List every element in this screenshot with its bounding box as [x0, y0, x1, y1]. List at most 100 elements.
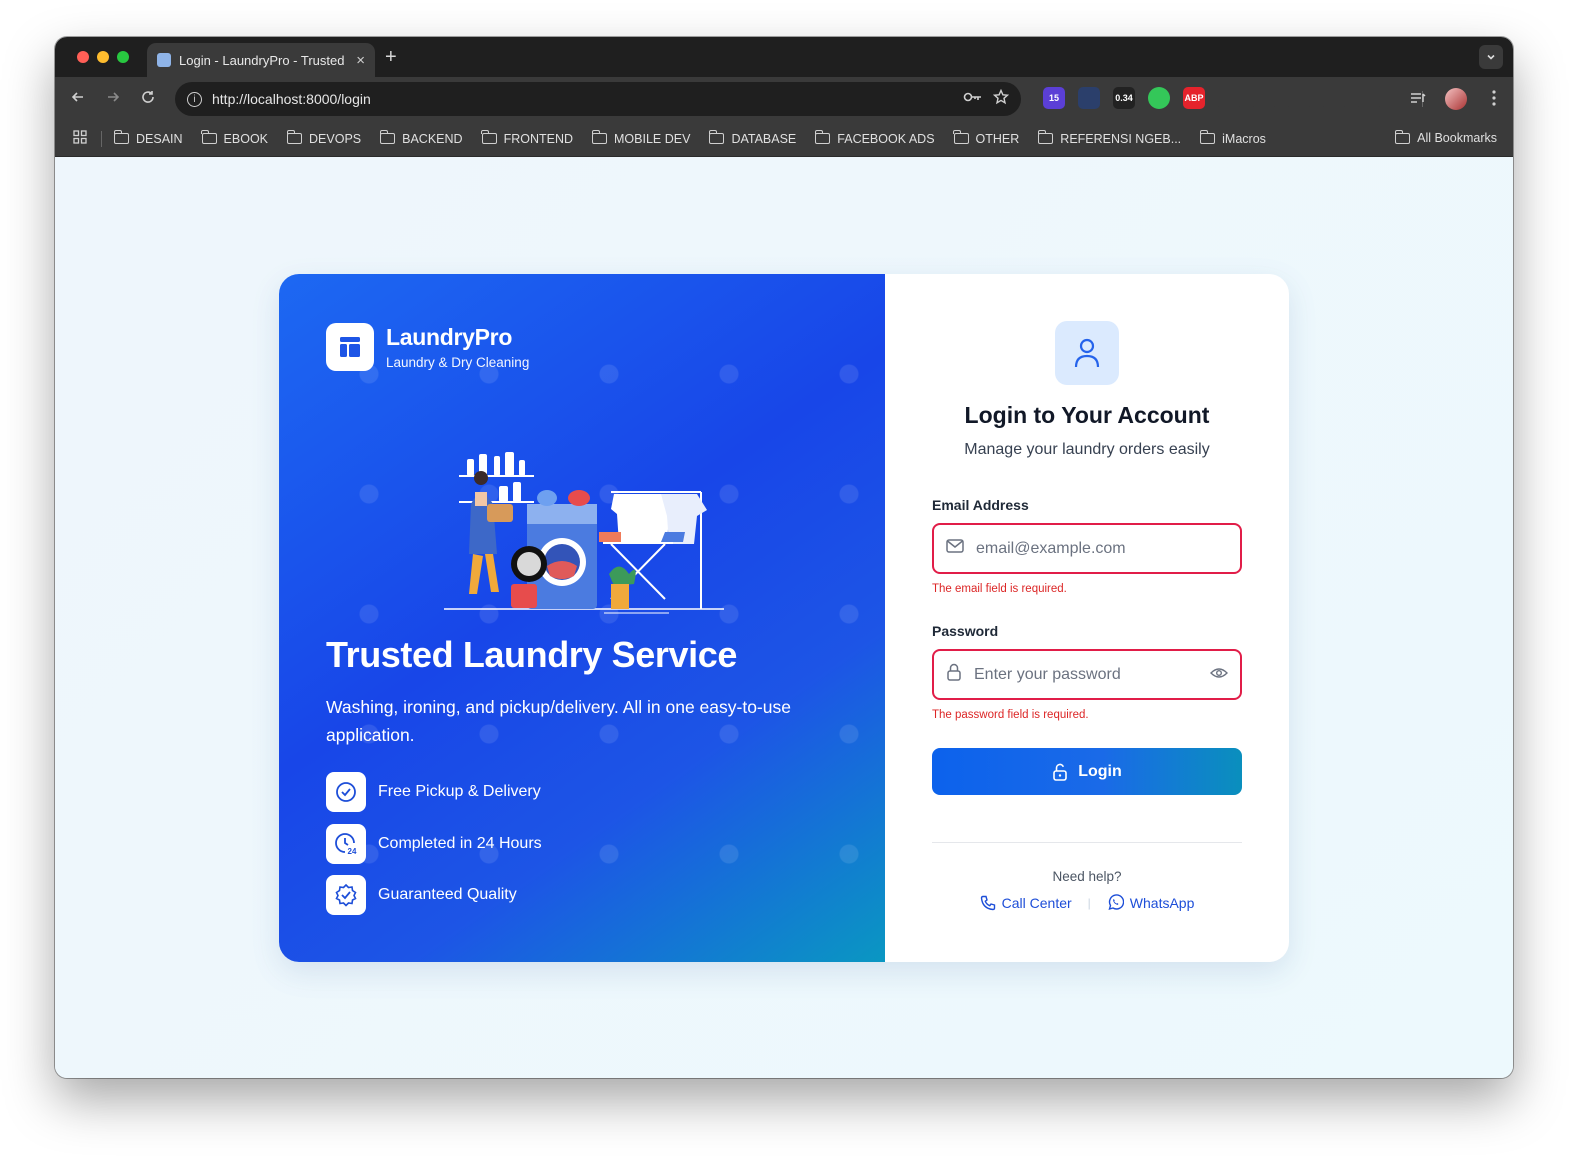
tab-search-button[interactable] — [1479, 45, 1503, 69]
menu-kebab-icon[interactable] — [1491, 89, 1497, 112]
password-key-icon[interactable] — [963, 90, 983, 108]
login-card: LaundryPro Laundry & Dry Cleaning Truste… — [279, 274, 1289, 962]
bookmark-label: OTHER — [975, 131, 1020, 146]
lock-icon — [946, 663, 962, 686]
ext-green-dot-icon[interactable] — [1148, 87, 1170, 109]
bookmark-folder[interactable]: MOBILE DEV — [591, 130, 691, 146]
feature-item: Free Pickup & Delivery — [326, 772, 542, 812]
logo-icon — [326, 323, 374, 371]
ext-doc-icon[interactable] — [1288, 87, 1310, 109]
bookmark-star-icon[interactable] — [992, 88, 1010, 109]
folder-icon — [953, 130, 969, 144]
feature-item: 24 Completed in 24 Hours — [326, 823, 542, 864]
reading-list-icon[interactable] — [1409, 89, 1427, 112]
badge-check-icon — [326, 875, 366, 915]
close-window-button[interactable] — [77, 51, 89, 63]
bookmark-folder[interactable]: BACKEND — [379, 130, 463, 146]
whatsapp-link[interactable]: WhatsApp — [1107, 894, 1194, 911]
phone-icon — [980, 895, 995, 910]
extensions-bar: 15 0.34 ABP — [1043, 87, 1380, 109]
bookmark-folder[interactable]: DEVOPS — [286, 130, 362, 146]
ext-puzzle-icon[interactable] — [1358, 87, 1380, 109]
window-controls — [77, 51, 129, 63]
ext-counter-icon[interactable]: 0.34 — [1113, 87, 1135, 109]
password-label: Password — [932, 623, 999, 639]
site-info-icon[interactable]: i — [187, 91, 202, 107]
feature-label: Completed in 24 Hours — [378, 834, 542, 852]
active-tab[interactable]: Login - LaundryPro - Trusted × — [147, 43, 375, 77]
reload-icon — [142, 90, 154, 103]
apps-grid-icon[interactable] — [73, 130, 87, 147]
profile-avatar[interactable] — [1445, 88, 1467, 110]
login-label: Login — [1078, 762, 1122, 780]
svg-text:24: 24 — [348, 847, 357, 856]
bookmark-folder[interactable]: DESAIN — [113, 130, 183, 146]
login-page: LaundryPro Laundry & Dry Cleaning Truste… — [55, 157, 1513, 1078]
contact-separator: | — [1087, 895, 1091, 910]
form-divider — [932, 842, 1242, 843]
bookmark-folder[interactable]: EBOOK — [201, 130, 269, 146]
ext-expand-icon[interactable] — [1253, 87, 1275, 109]
email-error: The email field is required. — [932, 583, 1067, 595]
call-center-link[interactable]: Call Center — [980, 895, 1072, 911]
bookmark-label: EBOOK — [223, 131, 269, 146]
minimize-window-button[interactable] — [97, 51, 109, 63]
bookmark-label: FRONTEND — [503, 131, 574, 146]
eye-toggle-icon[interactable] — [1210, 666, 1228, 684]
bookmark-label: BACKEND — [402, 131, 463, 146]
ext-abp-icon[interactable]: ABP — [1183, 87, 1205, 109]
login-button[interactable]: Login — [932, 748, 1242, 795]
email-input[interactable] — [976, 539, 1228, 558]
maximize-window-button[interactable] — [117, 51, 129, 63]
bookmark-folder[interactable]: FRONTEND — [481, 130, 574, 146]
bookmark-folder[interactable]: OTHER — [953, 130, 1020, 146]
all-bookmarks-button[interactable]: All Bookmarks — [1394, 129, 1497, 145]
ext-lips-icon[interactable] — [1218, 87, 1240, 109]
feature-list: Free Pickup & Delivery 24 Completed in 2… — [326, 772, 542, 927]
back-button[interactable] — [63, 89, 93, 110]
password-input[interactable] — [974, 665, 1198, 684]
form-subtitle: Manage your laundry orders easily — [964, 441, 1210, 458]
ext-badge-15-icon[interactable]: 15 — [1043, 87, 1065, 109]
laundry-illustration — [444, 452, 724, 614]
email-field[interactable] — [932, 523, 1242, 574]
password-error: The password field is required. — [932, 709, 1089, 721]
bookmark-folder[interactable]: FACEBOOK ADS — [814, 130, 935, 146]
clock-24-icon: 24 — [326, 823, 366, 864]
feature-item: Guaranteed Quality — [326, 875, 542, 915]
folder-icon — [591, 130, 608, 144]
bookmark-label: MOBILE DEV — [614, 131, 691, 146]
brand-tagline: Laundry & Dry Cleaning — [386, 355, 530, 370]
feature-label: Guaranteed Quality — [378, 886, 517, 903]
call-center-label: Call Center — [1001, 894, 1072, 911]
email-label: Email Address — [932, 497, 1029, 513]
whatsapp-icon — [1108, 894, 1124, 911]
bookmarks-divider — [101, 130, 102, 147]
ext-chrome-ring-icon[interactable] — [1323, 87, 1345, 109]
url-text[interactable]: http://localhost:8000/login — [212, 91, 953, 107]
bookmark-folder[interactable]: REFERENSI NGEB... — [1037, 130, 1181, 146]
password-field[interactable] — [932, 649, 1242, 700]
folder-icon — [814, 130, 831, 144]
address-bar[interactable]: i http://localhost:8000/login — [175, 82, 1021, 116]
folder-icon — [286, 130, 303, 144]
reload-button[interactable] — [133, 89, 163, 110]
forward-button[interactable] — [98, 89, 128, 110]
folder-icon — [1394, 129, 1411, 144]
bookmark-folder[interactable]: iMacros — [1199, 130, 1266, 146]
bookmark-label: DEVOPS — [309, 131, 362, 146]
bookmark-folders: DESAIN EBOOK DEVOPS BACKEND FRONTEND MOBILE D… — [113, 130, 1285, 146]
arrow-right-icon — [108, 91, 120, 102]
ext-eye-icon[interactable] — [1078, 87, 1100, 109]
folder-icon — [708, 130, 725, 144]
hero-panel: LaundryPro Laundry & Dry Cleaning Truste… — [279, 274, 885, 962]
tab-close-icon[interactable]: × — [356, 52, 365, 69]
form-title: Login to Your Account — [964, 402, 1210, 428]
hero-title: Trusted Laundry Service — [326, 634, 737, 675]
bookmark-folder[interactable]: DATABASE — [708, 130, 796, 146]
folder-icon — [113, 130, 129, 144]
mail-icon — [946, 539, 964, 558]
tab-strip: Login - LaundryPro - Trusted × + — [55, 37, 1513, 77]
login-form: Login to Your Account Manage your laundr… — [885, 274, 1289, 962]
new-tab-button[interactable]: + — [385, 46, 397, 69]
